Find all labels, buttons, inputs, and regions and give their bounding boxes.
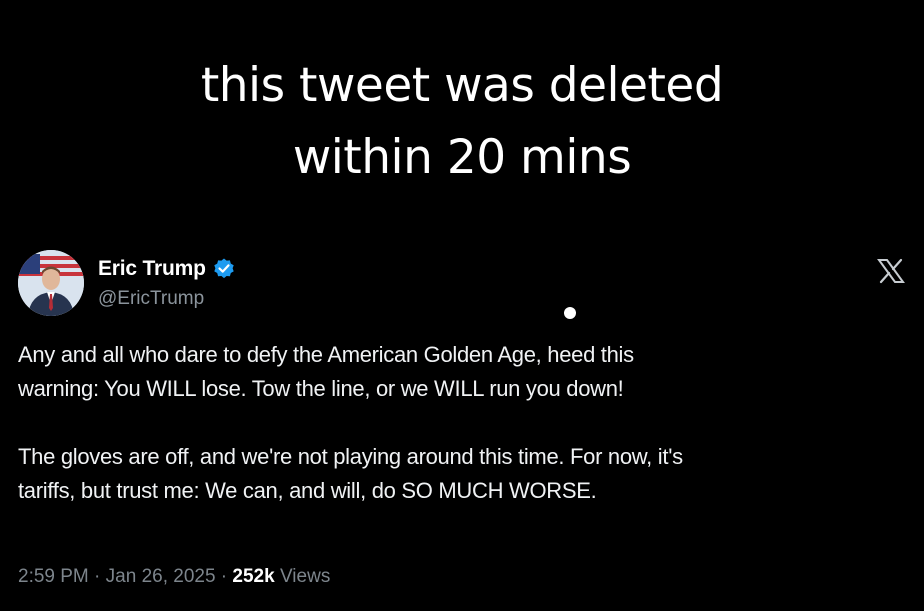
author-handle[interactable]: @EricTrump [98, 288, 204, 310]
caption-overlay: this tweet was deleted within 20 mins [0, 50, 924, 194]
tweet-meta: 2:59 PM · Jan 26, 2025 · 252k Views [18, 566, 330, 588]
tweet-body-line: tariffs, but trust me: We can, and will,… [18, 478, 597, 503]
verified-badge-icon [212, 257, 236, 281]
profile-photo-icon [18, 250, 84, 316]
views-count[interactable]: 252k [232, 566, 274, 587]
x-logo-icon[interactable] [876, 256, 906, 286]
tweet-card: Eric Trump @EricTrump Any and all who da… [0, 240, 924, 611]
tweet-date[interactable]: Jan 26, 2025 [106, 566, 216, 587]
meta-separator: · [88, 566, 106, 587]
views-label: Views [274, 566, 331, 587]
tweet-body-line: The gloves are off, and we're not playin… [18, 444, 683, 469]
caption-line-1: this tweet was deleted [200, 58, 724, 113]
tweet-body-line: Any and all who dare to defy the America… [18, 342, 634, 367]
display-name[interactable]: Eric Trump [98, 257, 206, 281]
meta-separator: · [215, 566, 233, 587]
avatar[interactable] [18, 250, 84, 316]
caption-line-2: within 20 mins [292, 130, 632, 185]
tweet-body-line: warning: You WILL lose. Tow the line, or… [18, 376, 624, 401]
tweet-body: Any and all who dare to defy the America… [18, 338, 918, 508]
author-name-row[interactable]: Eric Trump [98, 256, 236, 282]
tweet-time[interactable]: 2:59 PM [18, 566, 89, 587]
cursor-dot [564, 307, 576, 319]
